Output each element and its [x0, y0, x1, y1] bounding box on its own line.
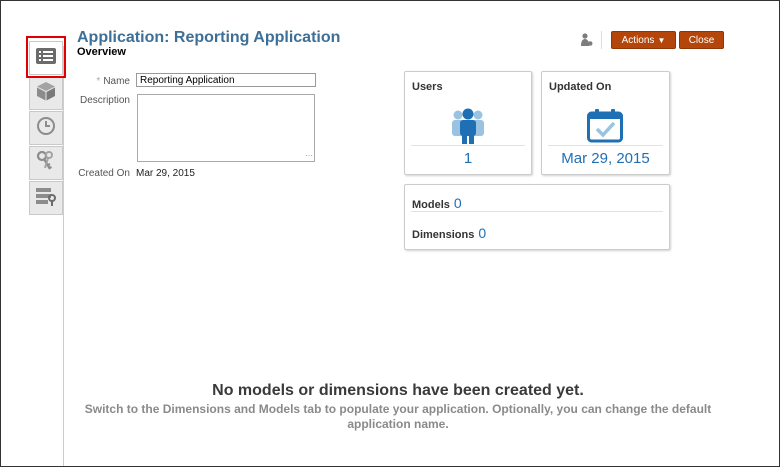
created-on-value: Mar 29, 2015 — [136, 168, 195, 179]
tab-server[interactable] — [29, 181, 63, 215]
users-card-divider — [411, 145, 525, 146]
tab-security[interactable] — [29, 146, 63, 180]
dimensions-label: Dimensions — [412, 229, 475, 241]
updated-on-card-divider — [548, 145, 663, 146]
description-textarea[interactable]: ⋯ — [137, 94, 315, 162]
empty-state-message: Switch to the Dimensions and Models tab … — [84, 402, 712, 431]
page-subtitle: Overview — [77, 46, 126, 58]
resize-grip-icon[interactable]: ⋯ — [305, 152, 313, 160]
models-dimensions-card: Models 0 Dimensions 0 — [404, 184, 670, 250]
keys-icon — [36, 150, 56, 177]
dimensions-row[interactable]: Dimensions 0 — [412, 225, 486, 241]
actions-button-label: Actions — [621, 34, 655, 46]
required-marker: * — [96, 76, 101, 87]
active-tab-highlight — [26, 36, 66, 78]
name-label: * Name — [96, 76, 130, 87]
close-button[interactable]: Close — [679, 31, 724, 49]
updated-on-card: Updated On Mar 29, 2015 — [541, 71, 670, 175]
actions-button[interactable]: Actions ▼ — [611, 31, 676, 49]
tab-divider — [63, 46, 64, 466]
page-title: Application: Reporting Application — [77, 29, 341, 46]
models-label: Models — [412, 199, 450, 211]
empty-state-heading: No models or dimensions have been create… — [212, 382, 584, 399]
tab-dimensions[interactable] — [29, 76, 63, 110]
dimensions-count: 0 — [478, 225, 487, 241]
server-key-icon — [35, 186, 57, 211]
users-icon — [449, 106, 487, 149]
models-count: 0 — [453, 195, 462, 211]
updated-on-card-title: Updated On — [549, 81, 612, 93]
users-count: 1 — [463, 150, 473, 167]
application-window: Application: Reporting Application Overv… — [0, 0, 780, 467]
caret-down-icon: ▼ — [657, 35, 666, 45]
updated-on-value: Mar 29, 2015 — [561, 150, 650, 167]
users-card-title: Users — [412, 81, 443, 93]
models-dimensions-divider — [411, 211, 663, 212]
name-input[interactable]: Reporting Application — [136, 73, 316, 87]
clock-icon — [36, 116, 56, 141]
tab-history[interactable] — [29, 111, 63, 145]
description-label: Description — [79, 95, 130, 106]
users-card[interactable]: Users 1 — [404, 71, 532, 175]
models-row[interactable]: Models 0 — [412, 195, 462, 211]
cube-icon — [36, 81, 56, 106]
calendar-check-icon — [587, 108, 623, 148]
close-button-label: Close — [688, 34, 715, 46]
user-manage-icon[interactable] — [581, 33, 593, 52]
toolbar-divider — [601, 31, 602, 49]
created-on-label: Created On — [78, 168, 130, 179]
